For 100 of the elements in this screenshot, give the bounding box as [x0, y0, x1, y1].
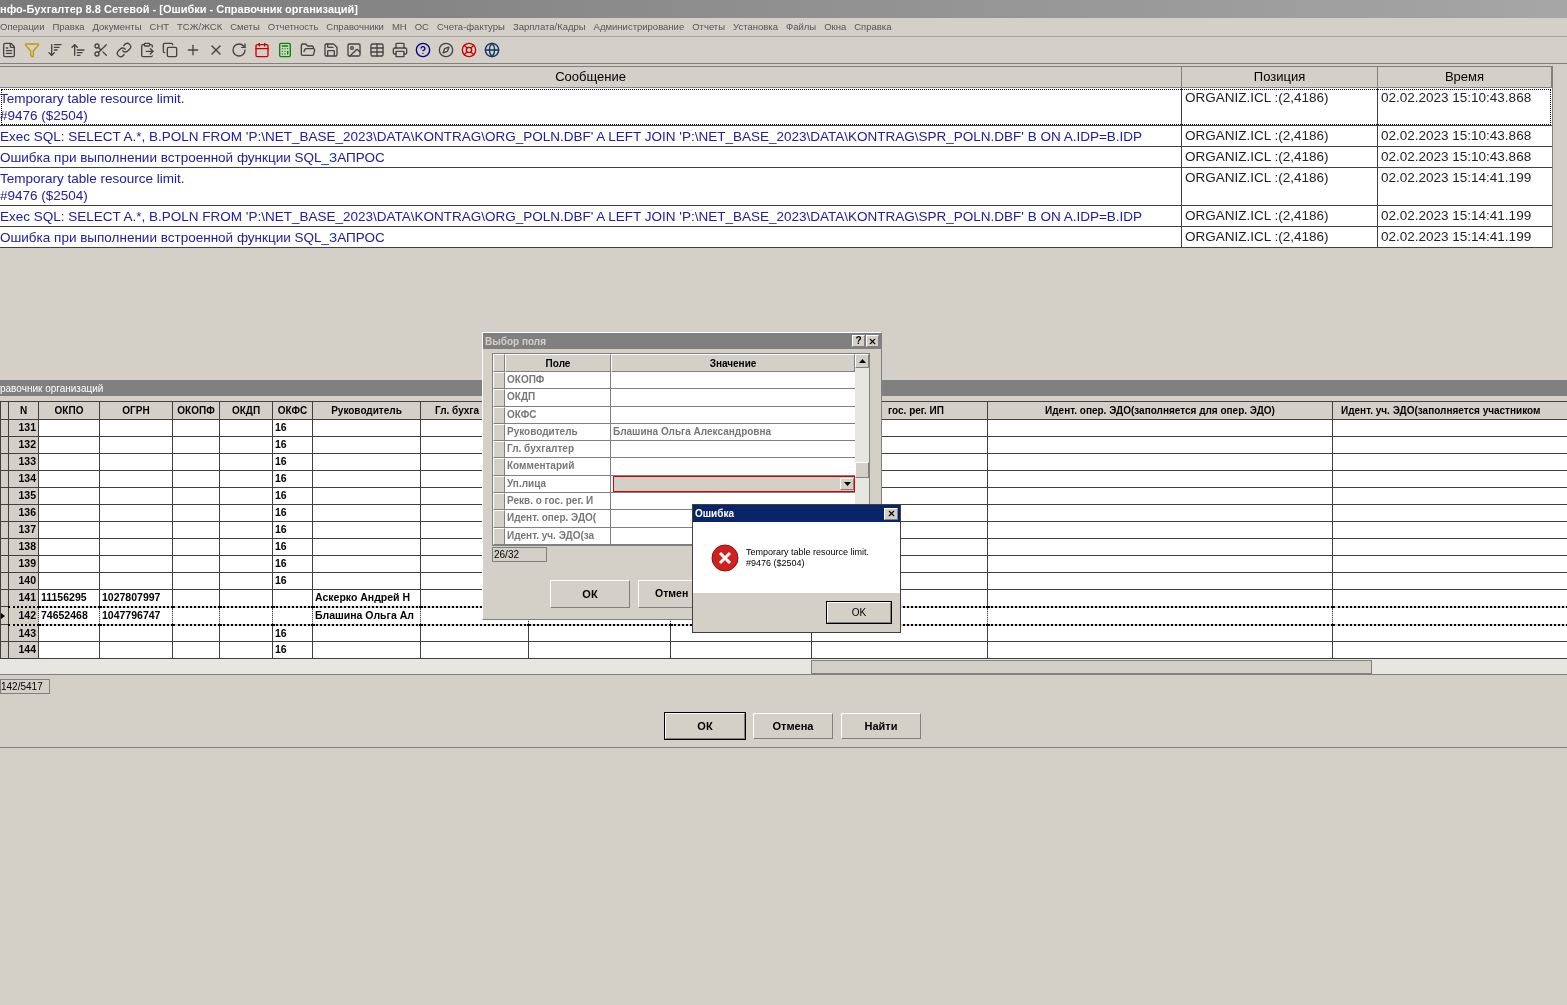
scissors-icon[interactable]: [93, 42, 109, 58]
column-header[interactable]: Идент. опер. ЭДО(заполняется для опер. ЭДО): [987, 401, 1333, 420]
help-icon[interactable]: [415, 42, 431, 58]
row-header[interactable]: [0, 589, 9, 607]
table-cell: [219, 470, 273, 488]
menu-item[interactable]: Окна: [824, 19, 847, 35]
menu-item[interactable]: Отчетность: [267, 19, 319, 35]
row-header[interactable]: [0, 572, 9, 590]
log-message: #9476 ($2504): [0, 106, 88, 124]
menu-item[interactable]: Документы: [92, 19, 142, 35]
value-cell[interactable]: [611, 441, 855, 459]
column-header[interactable]: N: [8, 401, 39, 420]
menu-item[interactable]: Справка: [854, 19, 892, 35]
column-header[interactable]: Позиция: [1182, 67, 1378, 87]
row-header[interactable]: [0, 470, 9, 488]
column-header[interactable]: ОГРН: [99, 401, 173, 420]
table-cell: [172, 606, 220, 625]
log-message: Temporary table resource limit.: [0, 89, 185, 107]
menu-item[interactable]: ОС: [414, 19, 429, 35]
folder-icon[interactable]: [300, 42, 316, 58]
column-header[interactable]: ОКОПФ: [172, 401, 220, 420]
row-header[interactable]: [0, 436, 9, 454]
table-cell: 16: [272, 419, 313, 437]
document-icon[interactable]: [1, 42, 17, 58]
column-header[interactable]: ОКДП: [219, 401, 273, 420]
menu-item[interactable]: Операции: [0, 19, 45, 35]
refresh-icon[interactable]: [231, 42, 247, 58]
menu-item[interactable]: Правка: [52, 19, 85, 35]
log-message: Exec SQL: SELECT A.*, B.POLN FROM 'P:\NET_BASE_2023\DATA\KONTRAG\ORG_POLN.DBF' A LEFT JOIN 'P:\NET_BASE_2023\DATA\KONTRAG\SPR_POLN.DBF' B ON A.IDP=B.IDP: [0, 207, 1143, 225]
log-message: Temporary table resource limit.: [0, 169, 185, 187]
value-cell[interactable]: [611, 372, 855, 390]
image-icon[interactable]: [346, 42, 362, 58]
save-icon[interactable]: [323, 42, 339, 58]
column-header[interactable]: ОКПО: [38, 401, 100, 420]
table-cell: [219, 504, 273, 522]
table-cell: [38, 504, 100, 522]
dialog-button[interactable]: ОК: [665, 713, 745, 740]
menu-item[interactable]: ТСЖ/ЖСК: [177, 19, 223, 35]
sort-down-icon[interactable]: [47, 42, 63, 58]
paste-icon[interactable]: [139, 42, 155, 58]
value-cell[interactable]: [611, 389, 855, 407]
close-button[interactable]: [866, 335, 879, 347]
lifebuoy-icon[interactable]: [461, 42, 477, 58]
log-message: Exec SQL: SELECT A.*, B.POLN FROM 'P:\NET_BASE_2023\DATA\KONTRAG\ORG_POLN.DBF' A LEFT JOIN 'P:\NET_BASE_2023\DATA\KONTRAG\SPR_POLN.DBF' B ON A.IDP=B.IDP: [0, 127, 1143, 145]
row-header[interactable]: [0, 606, 9, 625]
column-header[interactable]: Время: [1378, 67, 1552, 87]
globe-icon[interactable]: [484, 42, 500, 58]
column-header[interactable]: Сообщение: [0, 67, 1182, 87]
row-header[interactable]: [0, 538, 9, 556]
row-header[interactable]: [0, 504, 9, 522]
column-header[interactable]: Руководитель: [312, 401, 421, 420]
menu-item[interactable]: Счета-фактуры: [436, 19, 505, 35]
dialog-button[interactable]: ОК: [550, 579, 630, 608]
calendar-icon[interactable]: [254, 42, 270, 58]
dialog-button[interactable]: Найти: [841, 713, 921, 740]
row-header[interactable]: [0, 453, 9, 471]
table-cell: [172, 572, 220, 590]
copy-icon[interactable]: [162, 42, 178, 58]
row-header[interactable]: [0, 555, 9, 573]
field-name: Идент. опер. ЭДО(: [505, 510, 611, 528]
plus-icon[interactable]: [185, 42, 201, 58]
link-icon[interactable]: [116, 42, 132, 58]
row-header[interactable]: [0, 401, 9, 420]
close-button[interactable]: [884, 507, 898, 520]
table-cell: [219, 538, 273, 556]
table-cell: 16: [272, 504, 313, 522]
scrollbar-thumb[interactable]: [855, 462, 869, 478]
row-header[interactable]: [0, 521, 9, 539]
row-header[interactable]: [0, 419, 9, 437]
printer-icon[interactable]: [392, 42, 408, 58]
menu-item[interactable]: МН: [391, 19, 407, 35]
menu-item[interactable]: Файлы: [785, 19, 817, 35]
column-header[interactable]: ОКФС: [272, 401, 313, 420]
horizontal-scrollbar[interactable]: [0, 659, 1567, 676]
menu-item[interactable]: Отчеты: [692, 19, 726, 35]
row-header[interactable]: [0, 624, 9, 642]
column-header[interactable]: Значение: [611, 354, 855, 372]
field-name: Гл. бухгалтер: [505, 441, 611, 459]
menu-item[interactable]: Зарплата/Кадры: [512, 19, 586, 35]
menu-item[interactable]: СНТ: [149, 19, 170, 35]
compass-icon[interactable]: [438, 42, 454, 58]
table-icon[interactable]: [369, 42, 385, 58]
table-cell: 16: [272, 487, 313, 505]
menu-item[interactable]: Администрирование: [593, 19, 685, 35]
row-header[interactable]: [0, 487, 9, 505]
table-cell: [38, 436, 100, 454]
calculator-icon[interactable]: [277, 42, 293, 58]
menu-item[interactable]: Сметы: [230, 19, 260, 35]
column-header[interactable]: Поле: [505, 354, 611, 372]
menu-item[interactable]: Установка: [733, 19, 778, 35]
help-button[interactable]: ?: [852, 335, 865, 347]
ok-button[interactable]: OK: [827, 602, 891, 623]
dialog-button[interactable]: Отмена: [753, 713, 833, 740]
sort-up-icon[interactable]: [70, 42, 86, 58]
subwindow-title: равочник организаций: [0, 381, 104, 396]
column-header[interactable]: Идент. уч. ЭДО(заполняется участником: [1332, 401, 1567, 420]
menu-item[interactable]: Справочники: [326, 19, 384, 35]
value-cell[interactable]: [611, 458, 855, 476]
dialog-title: Ошибка: [695, 507, 734, 521]
row-header[interactable]: [0, 641, 9, 659]
